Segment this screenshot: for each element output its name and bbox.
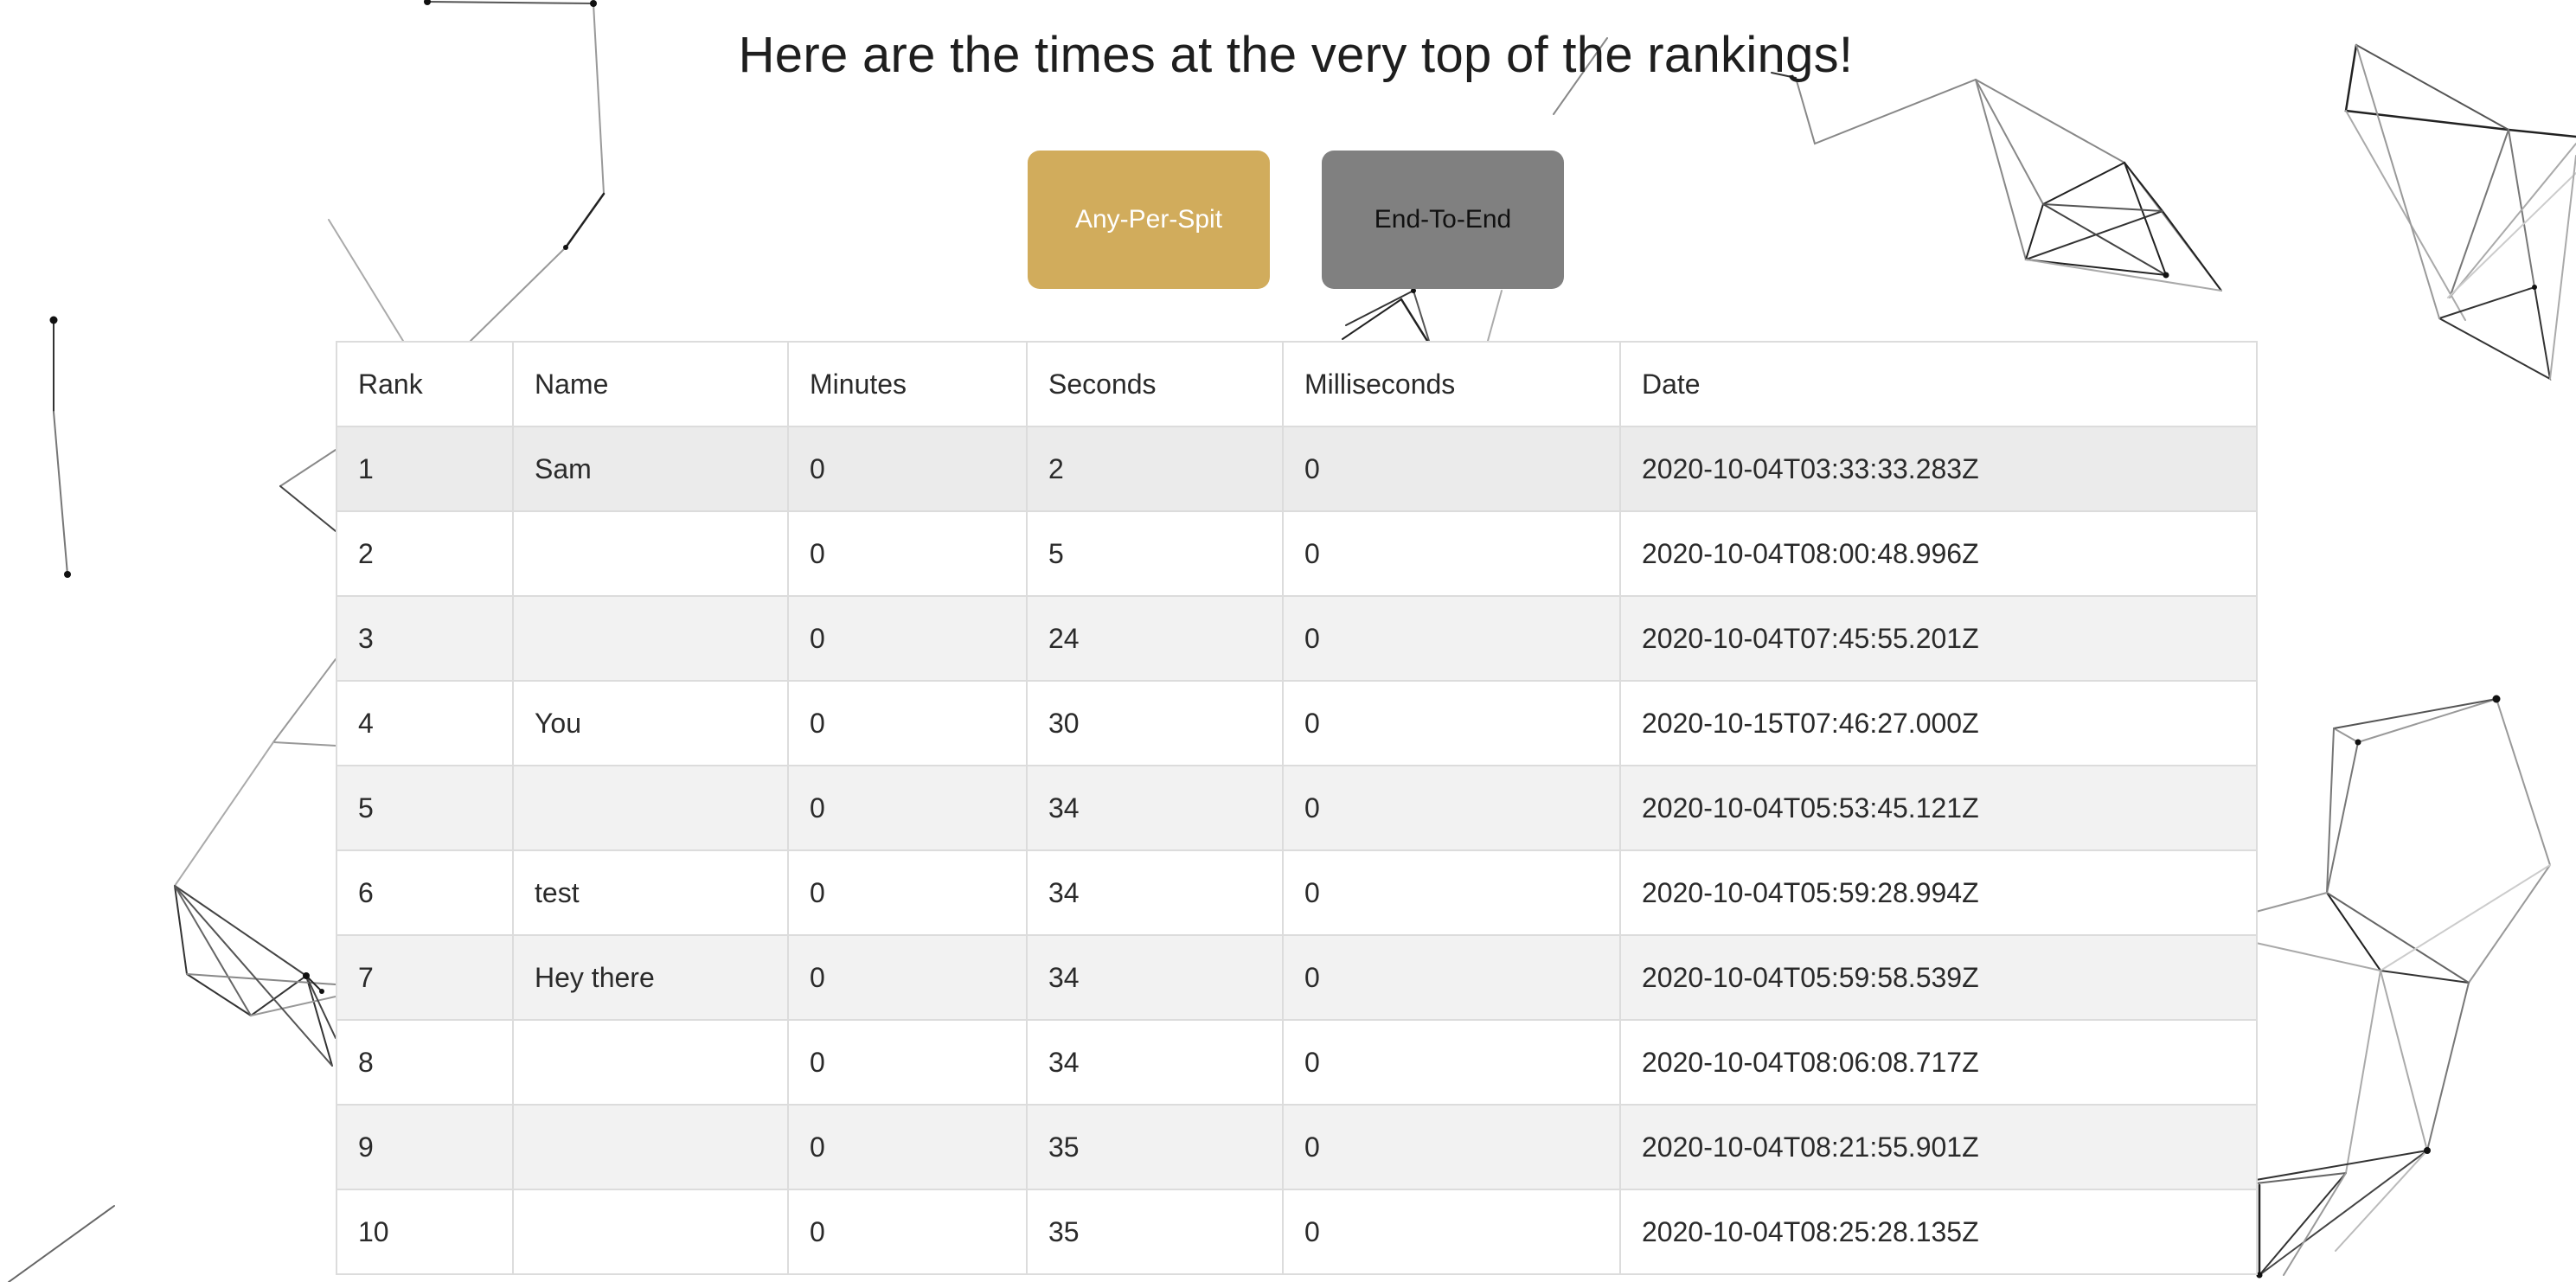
milliseconds-cell: 0	[1282, 595, 1621, 682]
table-row: 9 0 35 0 2020-10-04T08:21:55.901Z	[336, 1104, 2258, 1190]
date-cell: 2020-10-04T03:33:33.283Z	[1619, 426, 2258, 512]
milliseconds-cell: 0	[1282, 510, 1621, 597]
column-header-rank[interactable]: Rank	[336, 341, 514, 427]
table-row: 4 You 0 30 0 2020-10-15T07:46:27.000Z	[336, 680, 2258, 766]
date-cell: 2020-10-04T08:00:48.996Z	[1619, 510, 2258, 597]
seconds-cell: 34	[1026, 849, 1284, 936]
name-cell: Sam	[512, 426, 789, 512]
minutes-cell: 0	[787, 765, 1028, 851]
milliseconds-cell: 0	[1282, 765, 1621, 851]
rank-cell: 7	[336, 934, 514, 1021]
seconds-cell: 34	[1026, 765, 1284, 851]
column-header-date[interactable]: Date	[1619, 341, 2258, 427]
table-row: 5 0 34 0 2020-10-04T05:53:45.121Z	[336, 765, 2258, 851]
date-cell: 2020-10-04T08:21:55.901Z	[1619, 1104, 2258, 1190]
table-row: 1 Sam 0 2 0 2020-10-04T03:33:33.283Z	[336, 426, 2258, 512]
minutes-cell: 0	[787, 1019, 1028, 1106]
date-cell: 2020-10-04T05:53:45.121Z	[1619, 765, 2258, 851]
minutes-cell: 0	[787, 849, 1028, 936]
rank-cell: 1	[336, 426, 514, 512]
minutes-cell: 0	[787, 426, 1028, 512]
name-cell	[512, 595, 789, 682]
rank-cell: 10	[336, 1189, 514, 1275]
rank-cell: 2	[336, 510, 514, 597]
page-title: Here are the times at the very top of th…	[738, 27, 1854, 83]
name-cell: test	[512, 849, 789, 936]
name-cell	[512, 510, 789, 597]
column-header-name[interactable]: Name	[512, 341, 789, 427]
milliseconds-cell: 0	[1282, 426, 1621, 512]
milliseconds-cell: 0	[1282, 1189, 1621, 1275]
name-cell	[512, 765, 789, 851]
milliseconds-cell: 0	[1282, 934, 1621, 1021]
seconds-cell: 34	[1026, 1019, 1284, 1106]
seconds-cell: 2	[1026, 426, 1284, 512]
date-cell: 2020-10-04T05:59:58.539Z	[1619, 934, 2258, 1021]
rank-cell: 4	[336, 680, 514, 766]
ranking-mode-buttons: Any-Per-Spit End-To-End	[1028, 151, 1564, 289]
date-cell: 2020-10-04T05:59:28.994Z	[1619, 849, 2258, 936]
column-header-milliseconds[interactable]: Milliseconds	[1282, 341, 1621, 427]
end-to-end-button[interactable]: End-To-End	[1322, 151, 1564, 289]
minutes-cell: 0	[787, 1104, 1028, 1190]
seconds-cell: 35	[1026, 1189, 1284, 1275]
date-cell: 2020-10-04T08:25:28.135Z	[1619, 1189, 2258, 1275]
rank-cell: 9	[336, 1104, 514, 1190]
minutes-cell: 0	[787, 510, 1028, 597]
column-header-minutes[interactable]: Minutes	[787, 341, 1028, 427]
name-cell: You	[512, 680, 789, 766]
table-row: 6 test 0 34 0 2020-10-04T05:59:28.994Z	[336, 849, 2258, 936]
name-cell	[512, 1189, 789, 1275]
name-cell: Hey there	[512, 934, 789, 1021]
minutes-cell: 0	[787, 934, 1028, 1021]
seconds-cell: 24	[1026, 595, 1284, 682]
rank-cell: 6	[336, 849, 514, 936]
seconds-cell: 35	[1026, 1104, 1284, 1190]
table-row: 2 0 5 0 2020-10-04T08:00:48.996Z	[336, 510, 2258, 597]
rank-cell: 8	[336, 1019, 514, 1106]
table-row: 10 0 35 0 2020-10-04T08:25:28.135Z	[336, 1189, 2258, 1275]
column-header-seconds[interactable]: Seconds	[1026, 341, 1284, 427]
minutes-cell: 0	[787, 1189, 1028, 1275]
milliseconds-cell: 0	[1282, 680, 1621, 766]
table-row: 3 0 24 0 2020-10-04T07:45:55.201Z	[336, 595, 2258, 682]
seconds-cell: 34	[1026, 934, 1284, 1021]
rank-cell: 3	[336, 595, 514, 682]
rankings-table: Rank Name Minutes Seconds Milliseconds D…	[336, 341, 2258, 1275]
name-cell	[512, 1104, 789, 1190]
table-header-row: Rank Name Minutes Seconds Milliseconds D…	[336, 341, 2258, 427]
milliseconds-cell: 0	[1282, 1104, 1621, 1190]
date-cell: 2020-10-04T07:45:55.201Z	[1619, 595, 2258, 682]
date-cell: 2020-10-04T08:06:08.717Z	[1619, 1019, 2258, 1106]
milliseconds-cell: 0	[1282, 849, 1621, 936]
seconds-cell: 30	[1026, 680, 1284, 766]
rankings-table-container: Rank Name Minutes Seconds Milliseconds D…	[336, 341, 2258, 1275]
any-per-spit-button[interactable]: Any-Per-Spit	[1028, 151, 1270, 289]
rank-cell: 5	[336, 765, 514, 851]
date-cell: 2020-10-15T07:46:27.000Z	[1619, 680, 2258, 766]
table-row: 8 0 34 0 2020-10-04T08:06:08.717Z	[336, 1019, 2258, 1106]
seconds-cell: 5	[1026, 510, 1284, 597]
minutes-cell: 0	[787, 595, 1028, 682]
table-row: 7 Hey there 0 34 0 2020-10-04T05:59:58.539Z	[336, 934, 2258, 1021]
minutes-cell: 0	[787, 680, 1028, 766]
name-cell	[512, 1019, 789, 1106]
milliseconds-cell: 0	[1282, 1019, 1621, 1106]
